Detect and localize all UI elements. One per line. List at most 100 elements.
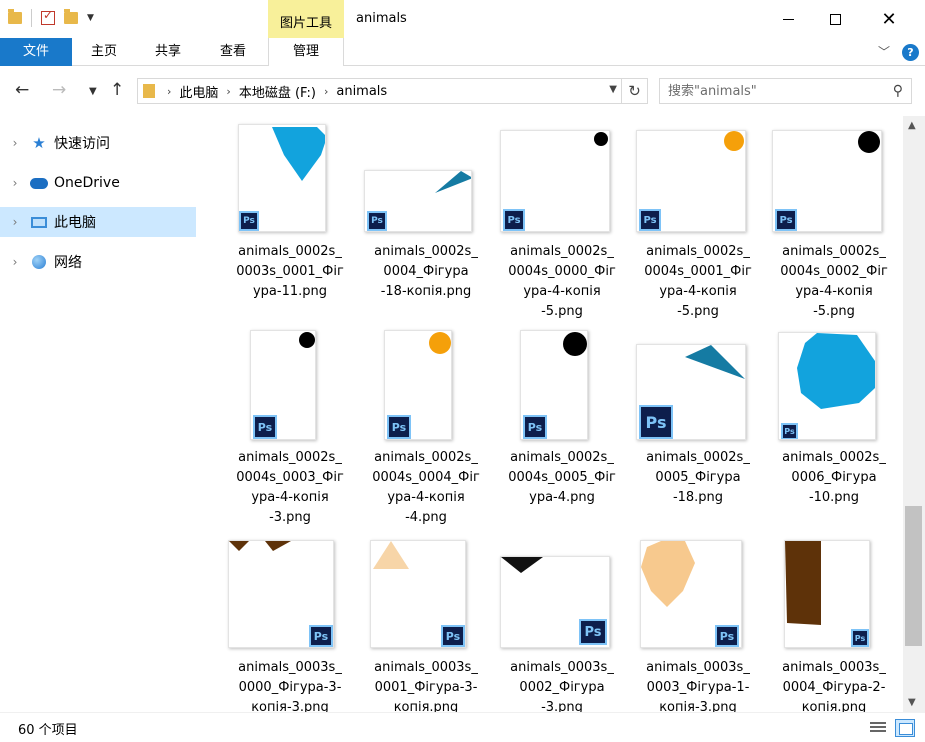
tab-home[interactable]: 主页 (76, 38, 132, 66)
sidebar-item-this-pc[interactable]: › 此电脑 (0, 207, 196, 237)
file-thumbnail: Ps (364, 170, 472, 232)
window-title: animals (356, 11, 407, 26)
file-name: animals_0003s_ 0001_Фігура-3- копія.png (374, 660, 478, 712)
item-count: 60 个项目 (18, 723, 78, 738)
file-name: animals_0003s_ 0004_Фігура-2- копія.png (782, 660, 886, 712)
photoshop-file-icon: Ps (253, 415, 277, 439)
refresh-icon[interactable]: ↻ (622, 78, 648, 104)
sidebar-item-quick-access[interactable]: › ★ 快速访问 (0, 128, 196, 158)
breadcrumb-local-disk[interactable]: 本地磁盘 (F:) (233, 82, 322, 101)
file-name: animals_0002s_ 0004s_0005_Фіг ура-4.png (508, 450, 616, 505)
breadcrumb-animals[interactable]: animals (330, 84, 393, 99)
file-thumbnail: Ps (772, 130, 882, 232)
breadcrumb-this-pc[interactable]: 此电脑 (173, 82, 224, 101)
photoshop-file-icon: Ps (851, 629, 869, 647)
address-dropdown-chevron-icon[interactable]: ▼ (609, 84, 617, 95)
scroll-down-chevron-icon[interactable]: ▼ (908, 697, 916, 708)
file-name: animals_0002s_ 0004s_0002_Фіг ура-4-копі… (780, 244, 888, 319)
new-folder-icon[interactable] (64, 9, 78, 24)
up-arrow-icon[interactable]: ↑ (110, 80, 124, 100)
photoshop-file-icon: Ps (781, 423, 798, 439)
scroll-up-chevron-icon[interactable]: ▲ (908, 120, 916, 131)
photoshop-file-icon: Ps (387, 415, 411, 439)
sidebar-item-network[interactable]: › 网络 (0, 247, 196, 277)
toolbar-divider (31, 9, 32, 27)
file-name: animals_0002s_ 0005_Фігура -18.png (646, 450, 750, 505)
file-name: animals_0002s_ 0004s_0004_Фіг ура-4-копі… (372, 450, 480, 525)
expand-chevron-icon[interactable]: › (0, 136, 30, 150)
title-bar: ▼ 图片工具 animals ✕ (0, 0, 925, 38)
file-name: animals_0002s_ 0004_Фігура -18-копія.png (374, 244, 478, 299)
photoshop-file-icon: Ps (715, 625, 739, 647)
search-icon[interactable]: ⚲ (893, 83, 903, 99)
file-thumbnail: Ps (370, 540, 466, 648)
expand-chevron-icon[interactable]: › (0, 255, 30, 269)
photoshop-file-icon: Ps (579, 619, 607, 645)
ribbon-tabs: 文件 主页 共享 查看 管理 ﹀ ? (0, 38, 925, 66)
address-bar[interactable]: › 此电脑 › 本地磁盘 (F:) › animals ▼ (137, 78, 622, 104)
maximize-button[interactable] (812, 0, 858, 38)
quick-access-toolbar: ▼ (8, 8, 94, 27)
photoshop-file-icon: Ps (309, 625, 333, 647)
maximize-icon (829, 13, 841, 25)
large-icons-view-icon[interactable] (895, 719, 915, 737)
tab-share[interactable]: 共享 (140, 38, 196, 66)
sidebar-item-label: 快速访问 (54, 136, 110, 152)
file-name: animals_0003s_ 0003_Фігура-1- копія-3.pn… (646, 660, 750, 712)
file-name: animals_0002s_ 0003s_0001_Фіг ура-11.png (236, 244, 344, 299)
scrollbar-thumb[interactable] (905, 506, 922, 646)
vertical-scrollbar[interactable]: ▲ ▼ (903, 116, 925, 712)
details-view-icon[interactable] (868, 719, 888, 737)
file-thumbnail: Ps (384, 330, 452, 440)
navigation-pane: › ★ 快速访问 › OneDrive › 此电脑 › 网络 (0, 116, 200, 712)
star-icon: ★ (32, 134, 46, 152)
sidebar-item-onedrive[interactable]: › OneDrive (0, 168, 196, 198)
breadcrumb-separator-icon[interactable]: › (165, 85, 173, 98)
file-thumbnail: Ps (636, 130, 746, 232)
file-thumbnail: Ps (640, 540, 742, 648)
file-name: animals_0003s_ 0002_Фігура -3.png (510, 660, 614, 712)
file-thumbnail: Ps (500, 130, 610, 232)
file-thumbnail: Ps (778, 332, 876, 440)
computer-icon (30, 213, 48, 231)
status-bar: 60 个项目 (0, 712, 925, 742)
expand-chevron-icon[interactable]: › (0, 176, 30, 190)
photoshop-file-icon: Ps (503, 209, 525, 231)
file-name: animals_0002s_ 0004s_0003_Фіг ура-4-копі… (236, 450, 344, 525)
file-name: animals_0002s_ 0006_Фігура -10.png (782, 450, 886, 505)
photoshop-file-icon: Ps (775, 209, 797, 231)
back-arrow-icon[interactable]: ← (15, 80, 29, 100)
file-thumbnail: Ps (238, 124, 326, 232)
recent-locations-chevron-icon[interactable]: ▼ (89, 86, 97, 97)
tab-file[interactable]: 文件 (0, 38, 72, 66)
photoshop-file-icon: Ps (639, 405, 673, 439)
breadcrumb-separator-icon[interactable]: › (322, 85, 330, 98)
tab-view[interactable]: 查看 (204, 38, 262, 66)
file-thumbnail: Ps (636, 344, 746, 440)
network-icon (30, 253, 48, 271)
cloud-icon (30, 174, 48, 192)
tab-manage[interactable]: 管理 (268, 38, 344, 66)
file-name: animals_0003s_ 0000_Фігура-3- копія-3.pn… (238, 660, 342, 712)
picture-tools-label: 图片工具 (268, 0, 344, 38)
photoshop-file-icon: Ps (367, 211, 387, 231)
file-view: Ps animals_0002s_ 0003s_0001_Фіг ура-11.… (200, 116, 903, 712)
close-button[interactable]: ✕ (866, 0, 912, 38)
minimize-button[interactable] (765, 0, 811, 38)
help-icon[interactable]: ? (902, 44, 919, 61)
search-box[interactable]: ⚲ (659, 78, 912, 104)
minimize-icon (782, 18, 794, 20)
expand-ribbon-chevron-icon[interactable]: ﹀ (878, 43, 890, 60)
expand-chevron-icon[interactable]: › (0, 215, 30, 229)
file-thumbnail: Ps (228, 540, 334, 648)
search-input[interactable] (660, 79, 870, 103)
file-thumbnail: Ps (784, 540, 870, 648)
breadcrumb-separator-icon[interactable]: › (224, 85, 232, 98)
photoshop-file-icon: Ps (441, 625, 465, 647)
file-name: animals_0002s_ 0004s_0000_Фіг ура-4-копі… (508, 244, 616, 319)
properties-icon[interactable] (41, 8, 55, 25)
customize-toolbar-chevron-icon[interactable]: ▼ (87, 13, 94, 23)
forward-arrow-icon[interactable]: → (52, 80, 66, 100)
file-thumbnail: Ps (250, 330, 316, 440)
sidebar-item-label: 此电脑 (54, 215, 96, 231)
